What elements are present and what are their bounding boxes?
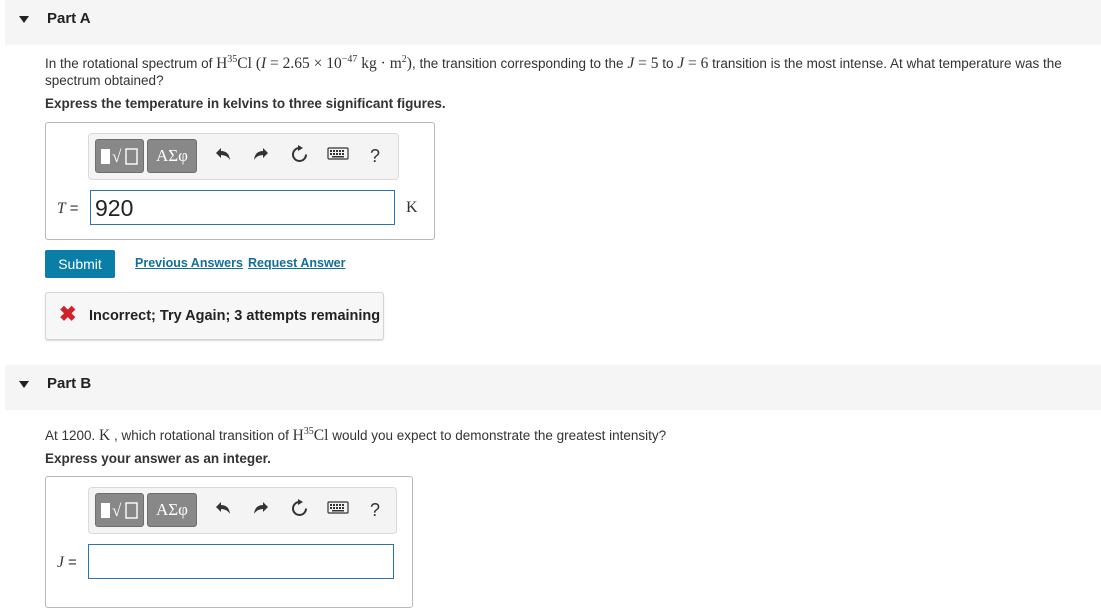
reset-icon[interactable] — [290, 145, 309, 170]
answer-label: J = — [57, 554, 77, 571]
previous-answers-link[interactable]: Previous Answers — [135, 256, 243, 270]
incorrect-icon: ✖ — [59, 303, 77, 326]
request-answer-link[interactable]: Request Answer — [248, 256, 345, 270]
part-a-question: In the rotational spectrum of H35Cl (I =… — [45, 54, 1062, 89]
help-button[interactable]: ? — [370, 145, 380, 167]
part-b-header[interactable]: Part B — [5, 365, 1101, 410]
redo-icon[interactable] — [252, 499, 270, 523]
part-b-title: Part B — [47, 375, 92, 392]
reset-icon[interactable] — [290, 499, 309, 524]
part-b-question: At 1200. K , which rotational transition… — [45, 426, 667, 445]
templates-button[interactable]: √ — [95, 493, 144, 527]
temperature-input[interactable]: 920 — [90, 190, 395, 225]
transition-input[interactable] — [88, 544, 394, 579]
keyboard-icon[interactable] — [327, 499, 349, 521]
templates-button[interactable]: √ — [95, 139, 144, 173]
submit-button[interactable]: Submit — [45, 250, 115, 278]
symbols-button[interactable]: ΑΣφ — [147, 493, 197, 527]
collapse-triangle-icon[interactable] — [19, 16, 29, 23]
redo-icon[interactable] — [252, 145, 270, 169]
feedback-message: Incorrect; Try Again; 3 attempts remaini… — [89, 308, 381, 324]
symbols-button[interactable]: ΑΣφ — [147, 139, 197, 173]
part-b-answer-box: √ ΑΣφ ? J = — [45, 476, 413, 608]
svg-text:√: √ — [112, 501, 122, 520]
part-a-title: Part A — [47, 10, 91, 27]
part-a-instruction: Express the temperature in kelvins to th… — [45, 96, 446, 111]
feedback-box: ✖ Incorrect; Try Again; 3 attempts remai… — [45, 292, 384, 340]
unit-label: K — [406, 199, 418, 216]
templates-icon: √ — [101, 147, 138, 166]
part-a-header[interactable]: Part A — [5, 0, 1101, 45]
undo-icon[interactable] — [214, 145, 232, 169]
templates-icon: √ — [101, 501, 138, 520]
math-toolbar: √ ΑΣφ ? — [88, 487, 397, 534]
answer-label: T = — [57, 200, 79, 217]
part-b-instruction: Express your answer as an integer. — [45, 451, 271, 466]
math-toolbar: √ ΑΣφ ? — [88, 133, 399, 180]
help-button[interactable]: ? — [370, 499, 380, 521]
svg-text:√: √ — [112, 147, 122, 166]
part-a-answer-box: √ ΑΣφ ? T = 920 K — [45, 122, 435, 240]
collapse-triangle-icon[interactable] — [19, 381, 29, 388]
keyboard-icon[interactable] — [327, 145, 349, 167]
undo-icon[interactable] — [214, 499, 232, 523]
